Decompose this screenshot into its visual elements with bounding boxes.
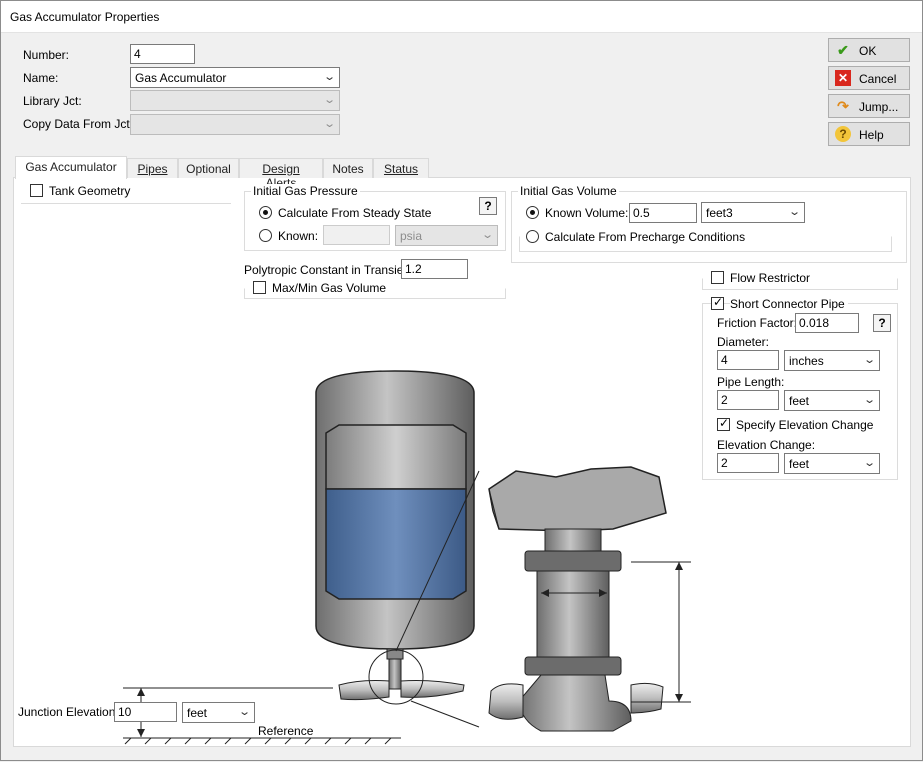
junction-elevation-label: Junction Elevation: [18,705,119,719]
accumulator-diagram [123,370,691,745]
junction-elevation-unit-combo[interactable]: feet ⌄ [182,702,255,723]
elevation-dimension [631,561,691,703]
reference-label: Reference [258,724,314,738]
zoom-line [410,700,480,728]
tank-icon [315,370,475,705]
chevron-down-icon: ⌄ [237,706,251,718]
junction-elevation-input[interactable]: 10 [114,702,177,722]
connector-pipe-icon [488,466,667,732]
junction-elevation-unit-value: feet [187,706,208,720]
tab-label: Gas Accumulator [25,160,117,174]
dialog-window: Gas Accumulator Properties Number: 4 Nam… [0,0,923,761]
tab-gas-accumulator[interactable]: Gas Accumulator [15,156,127,179]
